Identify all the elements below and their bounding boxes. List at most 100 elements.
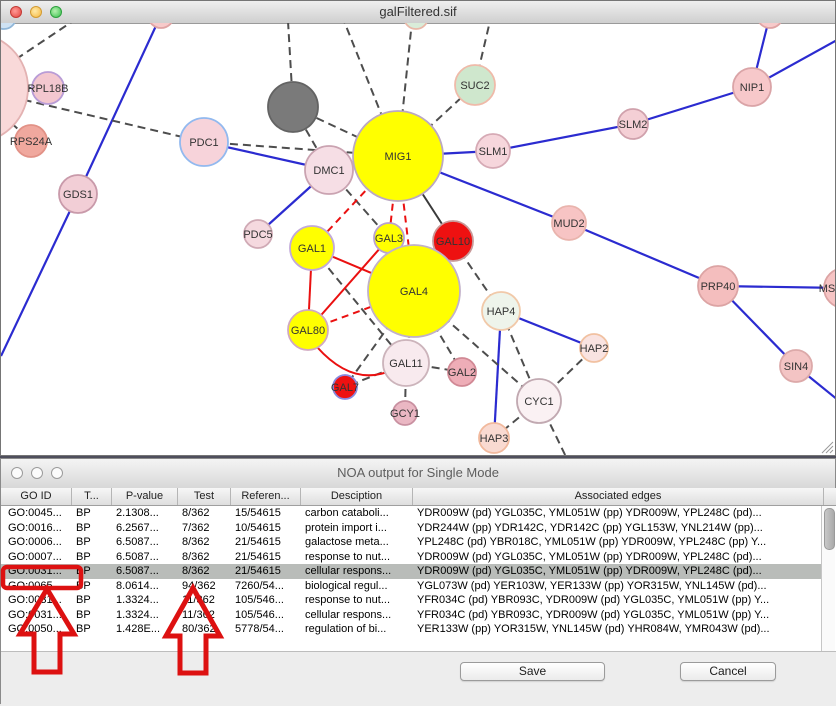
cell: 15/54615: [231, 506, 301, 521]
cell: 6.2567...: [112, 521, 178, 536]
cell: YGL073W (pd) YER103W, YER133W (pp) YOR31…: [413, 579, 823, 594]
cell: GO:0006...: [1, 535, 72, 550]
header-cell-p-value[interactable]: P-value: [112, 488, 178, 505]
cell: 21/54615: [231, 564, 301, 579]
node-label-GAL3: GAL3: [375, 233, 403, 245]
node-label-MUD2: MUD2: [553, 218, 584, 230]
node-label-SUC2: SUC2: [460, 80, 489, 92]
cell: 94/362: [178, 579, 231, 594]
cell: GO:0050...: [1, 622, 72, 637]
header-cell-desciption[interactable]: Desciption: [301, 488, 413, 505]
window-title: galFiltered.sif: [1, 4, 835, 19]
cell: 6.5087...: [112, 550, 178, 565]
table-row-1[interactable]: GO:0045...BP2.1308...8/36215/54615carbon…: [1, 506, 823, 521]
node-label-GDS1: GDS1: [63, 189, 93, 201]
cell: BP: [72, 535, 112, 550]
cell: GO:0031...: [1, 564, 72, 579]
node-label-PDC5: PDC5: [243, 229, 272, 241]
node-label-DMC1: DMC1: [313, 165, 344, 177]
node-label-GAL4: GAL4: [400, 286, 428, 298]
header-cell-go-id[interactable]: GO ID: [1, 488, 72, 505]
cell: BP: [72, 521, 112, 536]
node-top-green[interactable]: [404, 23, 428, 29]
cell: 21/54615: [231, 535, 301, 550]
node-top-right-pink[interactable]: [757, 23, 783, 28]
network-canvas[interactable]: RPL18BRPS24AGDS1PDC1DMC1MIG1SUC2SLM1SLM2…: [1, 23, 835, 455]
table-row-5[interactable]: GO:0031...BP6.5087...8/36221/54615cellul…: [1, 564, 823, 579]
cell: GO:0045...: [1, 506, 72, 521]
node-label-PDC1: PDC1: [189, 137, 218, 149]
header-cell-t---[interactable]: T...: [72, 488, 112, 505]
table-row-4[interactable]: GO:0007...BP6.5087...8/36221/54615respon…: [1, 550, 823, 565]
cell: 5778/54...: [231, 622, 301, 637]
save-button[interactable]: Save: [460, 662, 605, 681]
cell: protein import i...: [301, 521, 413, 536]
cell: 8/362: [178, 564, 231, 579]
network-titlebar[interactable]: galFiltered.sif: [1, 1, 835, 24]
node-label-HAP4: HAP4: [487, 306, 516, 318]
table-header: GO IDT...P-valueTestReferen...Desciption…: [1, 488, 836, 506]
edge-blue[interactable]: [493, 124, 633, 151]
cell: 8/362: [178, 506, 231, 521]
scrollbar-thumb[interactable]: [824, 508, 835, 550]
noa-footer: Save Cancel: [1, 651, 836, 706]
node-corner-blue[interactable]: [1, 23, 16, 29]
table-row-6[interactable]: GO:0065...BP8.0614...94/3627260/54...bio…: [1, 579, 823, 594]
cell: 105/546...: [231, 608, 301, 623]
cell: 1.428E...: [112, 622, 178, 637]
cancel-button[interactable]: Cancel: [680, 662, 776, 681]
edge-blue[interactable]: [1, 194, 78, 356]
cell: 2.1308...: [112, 506, 178, 521]
network-window: galFiltered.sif RPL18BRPS24AGDS1PDC1DMC1…: [0, 0, 836, 456]
table-row-2[interactable]: GO:0016...BP6.2567...7/36210/54615protei…: [1, 521, 823, 536]
table-row-7[interactable]: GO:0031...BP1.3324...11/362105/546...res…: [1, 593, 823, 608]
cell: YDR244W (pp) YDR142C, YDR142C (pp) YGL15…: [413, 521, 823, 536]
edge-blue[interactable]: [78, 23, 161, 194]
node-label-SIN4: SIN4: [784, 361, 808, 373]
cell: 21/54615: [231, 550, 301, 565]
cell: BP: [72, 550, 112, 565]
noa-output-window: NOA output for Single Mode GO IDT...P-va…: [0, 458, 836, 704]
cell: YER133W (pp) YOR315W, YNL145W (pd) YHR08…: [413, 622, 823, 637]
cell: 1.3324...: [112, 593, 178, 608]
node-label-GCY1: GCY1: [390, 408, 420, 420]
edge-blue[interactable]: [569, 223, 718, 286]
resize-grip-icon[interactable]: [821, 441, 834, 454]
cell: biological regul...: [301, 579, 413, 594]
node-label-GAL1: GAL1: [298, 243, 326, 255]
cell: response to nut...: [301, 593, 413, 608]
edge-red[interactable]: [317, 347, 387, 375]
cell: 7/362: [178, 521, 231, 536]
cell: cellular respons...: [301, 608, 413, 623]
node-gray-node[interactable]: [268, 82, 318, 132]
table-row-3[interactable]: GO:0006...BP6.5087...8/36221/54615galact…: [1, 535, 823, 550]
noa-window-title: NOA output for Single Mode: [1, 465, 835, 480]
node-label-GAL7: GAL7: [331, 382, 359, 394]
node-top-pink[interactable]: [148, 23, 174, 28]
node-label-HAP2: HAP2: [580, 343, 609, 355]
node-label-PRP40: PRP40: [701, 281, 736, 293]
cell: BP: [72, 506, 112, 521]
cell: YFR034C (pd) YBR093C, YDR009W (pd) YGL03…: [413, 608, 823, 623]
table-body: GO:0045...BP2.1308...8/36215/54615carbon…: [1, 506, 836, 651]
cell: BP: [72, 579, 112, 594]
node-label-GAL10: GAL10: [436, 236, 470, 248]
header-cell-referen---[interactable]: Referen...: [231, 488, 301, 505]
cell: carbon cataboli...: [301, 506, 413, 521]
cell: 11/362: [178, 608, 231, 623]
header-cell-test[interactable]: Test: [178, 488, 231, 505]
cell: GO:0016...: [1, 521, 72, 536]
vertical-scrollbar[interactable]: [821, 506, 835, 651]
cell: 80/362: [178, 622, 231, 637]
table-row-9[interactable]: GO:0050...BP1.428E...80/3625778/54...reg…: [1, 622, 823, 637]
node-label-HAP3: HAP3: [480, 433, 509, 445]
table-row-8[interactable]: GO:0031...BP1.3324...11/362105/546...cel…: [1, 608, 823, 623]
cell: 8/362: [178, 535, 231, 550]
cell: YPL248C (pd) YBR018C, YML051W (pp) YDR00…: [413, 535, 823, 550]
header-cell-associated-edges[interactable]: Associated edges: [413, 488, 824, 505]
cell: 6.5087...: [112, 535, 178, 550]
cell: 7260/54...: [231, 579, 301, 594]
cell: BP: [72, 564, 112, 579]
cell: 8/362: [178, 550, 231, 565]
noa-titlebar[interactable]: NOA output for Single Mode: [1, 459, 835, 489]
